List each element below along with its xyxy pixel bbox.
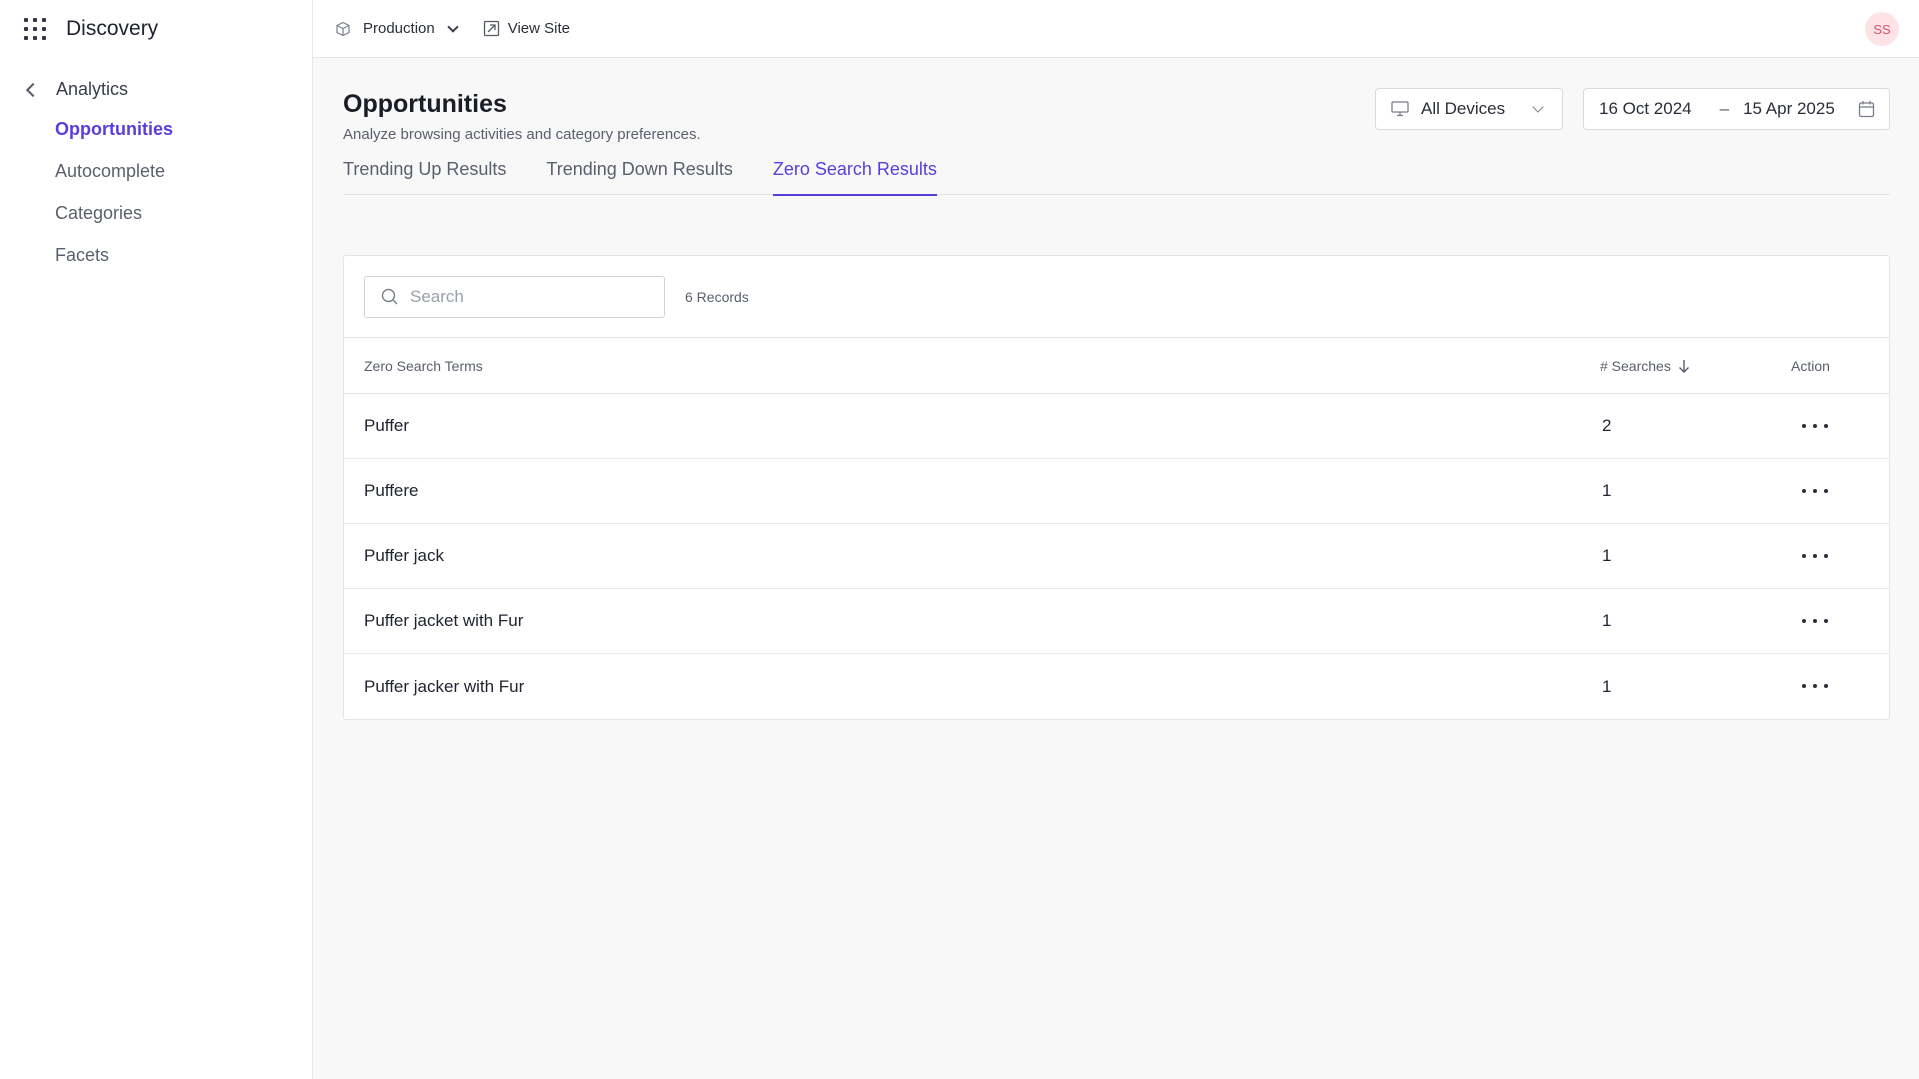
table-row: Puffer 2: [344, 394, 1889, 459]
header-terms: Zero Search Terms: [364, 357, 483, 374]
row-term: Puffer: [364, 416, 410, 435]
more-actions-icon[interactable]: [1802, 616, 1828, 626]
table-row: Puffer jack 1: [344, 524, 1889, 589]
sidebar-item-facets[interactable]: Facets: [0, 234, 312, 276]
row-term: Puffer jack: [364, 546, 445, 565]
search-input[interactable]: [410, 286, 650, 307]
row-count: 1: [1602, 611, 1612, 630]
row-term: Puffer jacker with Fur: [364, 676, 525, 696]
brand: Discovery: [0, 0, 312, 58]
external-link-icon: [483, 20, 499, 37]
device-filter-value: All Devices: [1421, 99, 1506, 118]
date-separator: –: [1719, 99, 1730, 118]
date-to[interactable]: 15 Apr 2025: [1743, 99, 1835, 119]
page-subtitle: Analyze browsing activities and category…: [343, 126, 701, 143]
back-to-analytics[interactable]: Analytics: [0, 76, 312, 102]
row-count: 1: [1602, 546, 1612, 565]
cube-icon: [336, 21, 350, 36]
row-term: Puffere: [364, 481, 419, 500]
table-row: Puffer jacket with Fur 1: [344, 589, 1889, 654]
row-term: Puffer jacket with Fur: [364, 611, 524, 630]
results-card: 6 Records Zero Search Terms # Searches A…: [343, 255, 1890, 720]
header-searches-label: # Searches: [1600, 357, 1671, 374]
tab-trending-down[interactable]: Trending Down Results: [546, 154, 732, 195]
sidebar-item-autocomplete[interactable]: Autocomplete: [0, 150, 312, 192]
device-filter-select[interactable]: All Devices: [1375, 88, 1563, 130]
calendar-icon[interactable]: [1858, 100, 1875, 118]
header-searches[interactable]: # Searches: [1600, 358, 1690, 374]
more-actions-icon[interactable]: [1802, 681, 1828, 691]
records-count: 6 Records: [685, 288, 749, 305]
table-toolbar: 6 Records: [344, 256, 1889, 338]
tab-zero-search[interactable]: Zero Search Results: [772, 154, 937, 196]
more-actions-icon[interactable]: [1802, 551, 1828, 561]
environment-label: Production: [363, 20, 435, 37]
app-grid-icon[interactable]: [24, 18, 46, 40]
app-name: Discovery: [66, 17, 159, 40]
more-actions-icon[interactable]: [1802, 486, 1828, 496]
row-count: 2: [1602, 416, 1612, 435]
table-row: Puffere 1: [344, 459, 1889, 524]
chevron-down-icon: [447, 20, 459, 33]
sidebar-nav: Opportunities Autocomplete Categories Fa…: [0, 108, 312, 276]
row-count: 1: [1602, 676, 1612, 696]
sidebar-item-opportunities[interactable]: Opportunities: [0, 108, 312, 150]
tab-trending-up[interactable]: Trending Up Results: [343, 154, 506, 195]
monitor-icon: [1391, 101, 1409, 117]
table-header: Zero Search Terms # Searches Action: [344, 338, 1889, 394]
view-site-link[interactable]: View Site: [483, 20, 570, 37]
header-action: Action: [1791, 357, 1830, 374]
back-label: Analytics: [56, 78, 129, 99]
search-box[interactable]: [364, 275, 665, 318]
date-from[interactable]: 16 Oct 2024: [1599, 99, 1692, 119]
more-actions-icon[interactable]: [1802, 421, 1828, 431]
user-avatar[interactable]: SS: [1865, 12, 1899, 46]
sidebar: Discovery Analytics Opportunities Autoco…: [0, 0, 313, 1079]
date-range-picker[interactable]: 16 Oct 2024 – 15 Apr 2025: [1583, 88, 1890, 130]
environment-selector[interactable]: Production: [335, 20, 459, 37]
search-icon: [381, 288, 398, 305]
top-bar: Production View Site SS: [313, 0, 1919, 58]
results-tabs: Trending Up Results Trending Down Result…: [343, 154, 1890, 196]
arrow-down-icon: [1678, 359, 1689, 373]
chevron-down-icon: [1532, 101, 1544, 113]
page-title: Opportunities: [343, 90, 507, 118]
sidebar-item-categories[interactable]: Categories: [0, 192, 312, 234]
view-site-label: View Site: [507, 20, 570, 37]
chevron-left-icon: [25, 82, 41, 97]
table-row: Puffer jacker with Fur 1: [344, 654, 1889, 719]
row-count: 1: [1602, 481, 1612, 500]
